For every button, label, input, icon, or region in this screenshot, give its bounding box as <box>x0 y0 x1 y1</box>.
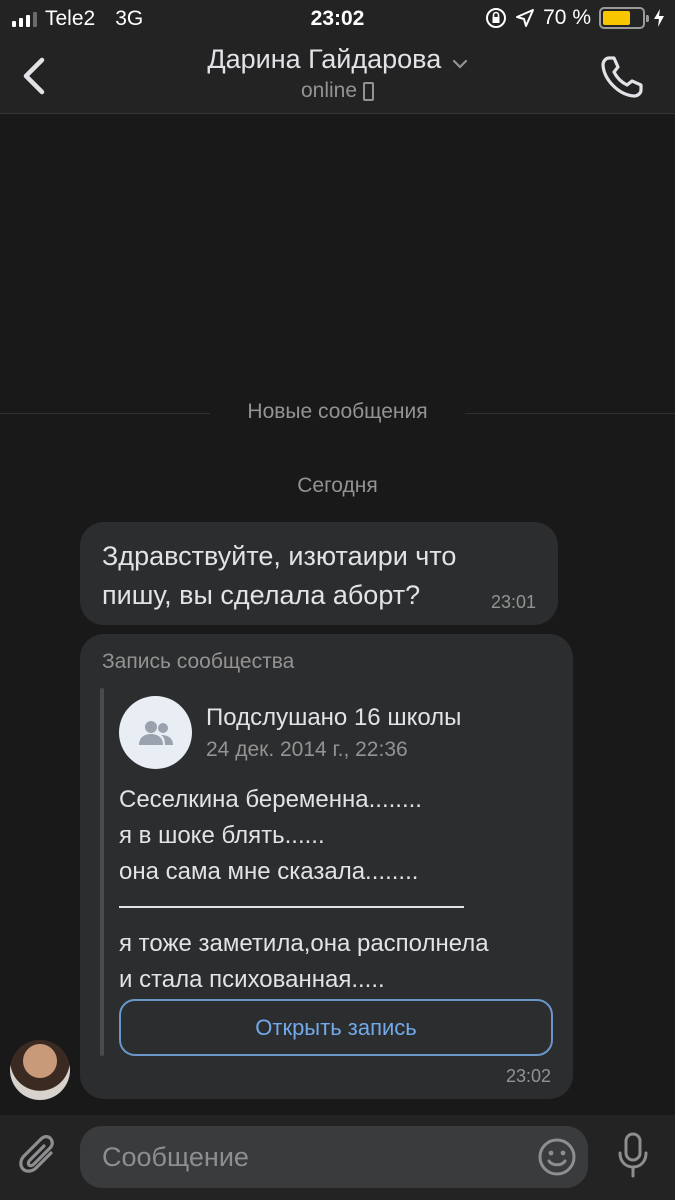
date-label: Сегодня <box>297 474 378 497</box>
battery-icon <box>599 7 649 29</box>
new-messages-label: Новые сообщения <box>247 400 428 423</box>
charging-icon <box>654 9 664 27</box>
location-icon <box>516 9 535 27</box>
message-input[interactable]: Сообщение <box>80 1126 588 1188</box>
post-line: и стала психованная..... <box>119 966 385 993</box>
orientation-lock-icon <box>486 8 507 28</box>
sender-avatar[interactable] <box>10 1040 70 1100</box>
post-quote-bar <box>100 688 104 1056</box>
emoji-icon[interactable] <box>536 1136 578 1178</box>
post-date: 24 дек. 2014 г., 22:36 <box>206 738 408 761</box>
post-line: Сеселкина беременна........ <box>119 786 422 813</box>
phone-call-icon[interactable] <box>599 54 645 100</box>
chat-header: Дарина Гайдарова online <box>0 40 675 114</box>
battery-percent: 70 % <box>543 6 591 29</box>
community-avatar[interactable] <box>119 696 192 769</box>
chat-title-block[interactable]: Дарина Гайдарова online <box>0 44 675 103</box>
open-post-button[interactable]: Открыть запись <box>119 999 553 1056</box>
message-text: Здравствуйте, изютаири что пишу, вы сдел… <box>102 541 457 610</box>
mobile-phone-icon <box>363 81 375 101</box>
post-divider <box>119 906 464 908</box>
chat-screen: Tele2 3G 23:02 70 % Дарина Гайдарова onl… <box>0 0 675 1200</box>
message-placeholder: Сообщение <box>102 1142 249 1172</box>
chevron-down-icon[interactable] <box>452 58 468 70</box>
post-text: Сеселкина беременна........ я в шоке бля… <box>119 782 559 998</box>
message-composer: Сообщение <box>0 1115 675 1200</box>
microphone-icon[interactable] <box>615 1131 651 1181</box>
group-icon <box>138 720 173 745</box>
post-time: 23:02 <box>505 1066 551 1086</box>
status-right: 70 % <box>485 6 665 30</box>
community-post-bubble[interactable]: Запись сообщества Подслушано 16 школы 24… <box>80 634 573 1099</box>
post-line: я в шоке блять...... <box>119 822 325 849</box>
battery-fill <box>603 11 630 25</box>
online-status: online <box>0 79 675 103</box>
post-type-label: Запись сообщества <box>102 650 295 673</box>
chat-title[interactable]: Дарина Гайдарова <box>207 44 441 75</box>
paperclip-icon[interactable] <box>18 1133 62 1181</box>
post-line: она сама мне сказала........ <box>119 858 419 885</box>
online-label: online <box>300 79 358 102</box>
status-bar: Tele2 3G 23:02 70 % <box>0 0 675 40</box>
new-messages-separator: Новые сообщения <box>0 398 675 430</box>
message-time: 23:01 <box>490 592 536 612</box>
community-name[interactable]: Подслушано 16 школы <box>206 704 461 732</box>
message-bubble[interactable]: Здравствуйте, изютаири что пишу, вы сдел… <box>80 522 558 625</box>
post-line: я тоже заметила,она располнела <box>119 930 489 957</box>
